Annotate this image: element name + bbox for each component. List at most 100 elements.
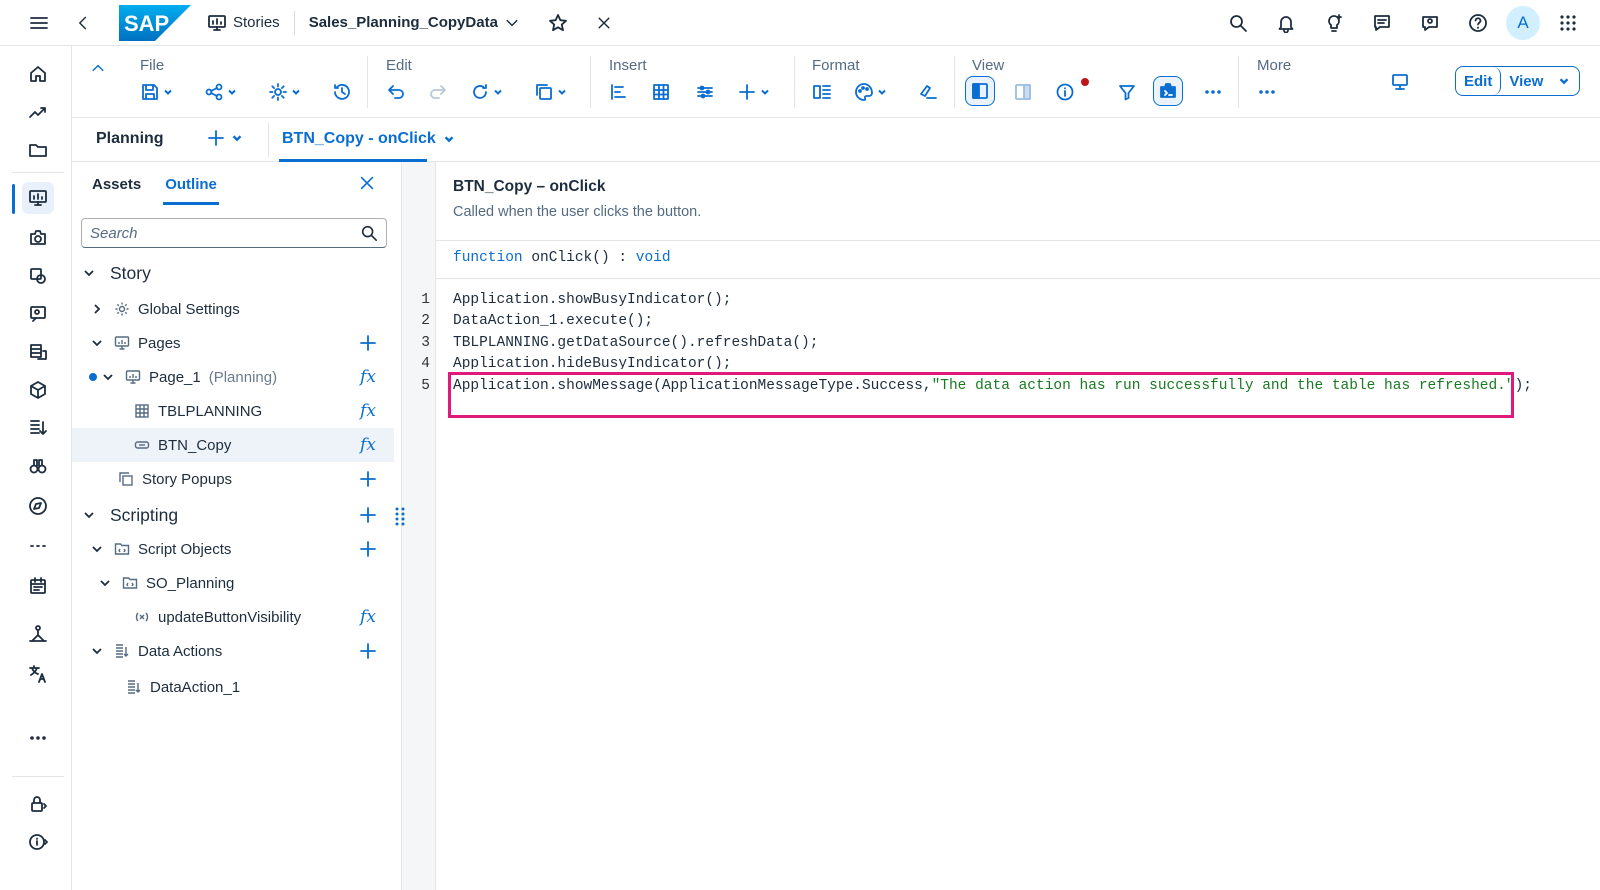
chevron-down-icon[interactable] — [98, 576, 112, 590]
redo-button[interactable] — [428, 80, 448, 104]
more-view-options-icon[interactable] — [1203, 80, 1223, 104]
info-icon[interactable] — [22, 826, 54, 858]
close-panel-icon[interactable] — [358, 174, 376, 192]
info-panel-button[interactable] — [1055, 78, 1089, 104]
more-horizontal-icon[interactable] — [22, 722, 54, 754]
sap-logo[interactable]: SAP — [119, 4, 191, 41]
connections-icon[interactable] — [22, 618, 54, 650]
present-button[interactable] — [1390, 70, 1410, 94]
chevron-down-icon[interactable] — [90, 542, 104, 556]
scripting-toggle[interactable] — [1153, 76, 1183, 106]
back-arrow-icon[interactable] — [63, 3, 103, 43]
edit-mode-button[interactable]: Edit — [1456, 67, 1502, 95]
share-button[interactable] — [204, 80, 238, 104]
support-chat-icon[interactable] — [1410, 3, 1450, 43]
css-button[interactable] — [918, 80, 938, 104]
digital-boardroom-icon[interactable] — [22, 298, 54, 330]
tree-node-update-button-visibility[interactable]: updateButtonVisibility fx — [72, 600, 394, 634]
insert-add-button[interactable] — [737, 80, 771, 104]
code-line[interactable]: Application.hideBusyIndicator(); — [453, 353, 731, 369]
chevron-down-icon[interactable] — [82, 266, 96, 280]
notification-bell-icon[interactable] — [1266, 3, 1306, 43]
datasets-icon[interactable] — [22, 336, 54, 368]
stories-nav-icon[interactable] — [12, 182, 54, 214]
search-input[interactable] — [90, 224, 360, 242]
tree-node-story[interactable]: Story — [72, 256, 394, 290]
favorite-star-icon[interactable] — [538, 3, 578, 43]
view-mode-button[interactable]: View — [1501, 67, 1579, 95]
joule-lightbulb-icon[interactable] — [1314, 3, 1354, 43]
add-tab-button[interactable] — [206, 128, 244, 148]
data-analyzer-icon[interactable] — [22, 260, 54, 292]
undo-button[interactable] — [386, 80, 406, 104]
chevron-right-icon[interactable] — [90, 302, 104, 316]
trend-chart-icon[interactable] — [22, 96, 54, 128]
tab-outline[interactable]: Outline — [163, 176, 219, 205]
tree-node-scripting[interactable]: Scripting — [72, 498, 394, 532]
chevron-down-icon[interactable] — [82, 508, 96, 522]
folder-icon[interactable] — [22, 134, 54, 166]
code-line[interactable]: Application.showBusyIndicator(); — [453, 289, 731, 311]
code-line[interactable]: DataAction_1.execute(); — [453, 310, 653, 332]
left-panel-toggle[interactable] — [965, 76, 995, 106]
right-panel-toggle[interactable] — [1013, 80, 1033, 104]
more-horizontal-icon[interactable] — [22, 530, 54, 562]
copy-button[interactable] — [534, 80, 568, 104]
settings-button[interactable] — [268, 80, 302, 104]
btn-copy-script-button[interactable]: fx — [358, 435, 378, 455]
theme-button[interactable] — [854, 80, 888, 104]
calendar-icon[interactable] — [22, 570, 54, 602]
chevron-down-icon[interactable] — [90, 644, 104, 658]
binoculars-icon[interactable] — [22, 450, 54, 482]
home-icon[interactable] — [22, 58, 54, 90]
add-script-object-button[interactable] — [358, 539, 378, 559]
page-1-script-button[interactable]: fx — [358, 367, 378, 387]
tree-node-story-popups[interactable]: Story Popups — [72, 462, 394, 496]
script-editor[interactable]: BTN_Copy – onClick Called when the user … — [436, 162, 1600, 890]
search-icon[interactable] — [360, 224, 378, 242]
data-actions-nav-icon[interactable] — [22, 412, 54, 444]
add-scripting-button[interactable] — [358, 505, 378, 525]
function-script-button[interactable]: fx — [358, 607, 378, 627]
resize-grip-icon[interactable] — [392, 506, 408, 526]
collapse-toolbar-icon[interactable] — [90, 56, 106, 80]
tab-planning[interactable]: Planning — [96, 130, 164, 148]
add-data-action-button[interactable] — [358, 641, 378, 661]
lock-icon[interactable] — [22, 788, 54, 820]
modeler-cube-icon[interactable] — [22, 374, 54, 406]
insert-table-button[interactable] — [651, 80, 671, 104]
tab-assets[interactable]: Assets — [92, 176, 141, 193]
insert-filter-button[interactable] — [695, 80, 715, 104]
search-icon[interactable] — [1218, 3, 1258, 43]
chevron-down-icon[interactable] — [90, 336, 104, 350]
translation-icon[interactable] — [22, 658, 54, 690]
filter-button[interactable] — [1117, 80, 1137, 104]
more-options-icon[interactable] — [1257, 80, 1277, 104]
code-line[interactable]: TBLPLANNING.getDataSource().refreshData(… — [453, 332, 818, 354]
tree-node-btn-copy[interactable]: BTN_Copy fx — [72, 428, 394, 462]
tree-node-tblplanning[interactable]: TBLPLANNING fx — [72, 394, 394, 428]
user-avatar[interactable]: A — [1506, 6, 1540, 40]
hamburger-menu-icon[interactable] — [19, 3, 59, 43]
add-popup-button[interactable] — [358, 469, 378, 489]
stories-breadcrumb[interactable]: Stories — [207, 13, 280, 33]
tree-node-data-action-1[interactable]: DataAction_1 — [72, 670, 394, 704]
analytic-app-icon[interactable] — [22, 222, 54, 254]
tree-node-page-1[interactable]: Page_1 (Planning) fx — [72, 360, 394, 394]
tree-node-script-objects[interactable]: Script Objects — [72, 532, 394, 566]
save-button[interactable] — [140, 80, 174, 104]
tree-node-pages[interactable]: Pages — [72, 326, 394, 360]
history-button[interactable] — [332, 80, 352, 104]
tree-node-global-settings[interactable]: Global Settings — [72, 292, 394, 326]
add-page-button[interactable] — [358, 333, 378, 353]
tab-btn-copy-onclick[interactable]: BTN_Copy - onClick — [282, 130, 456, 148]
compass-icon[interactable] — [22, 490, 54, 522]
layout-button[interactable] — [812, 80, 832, 104]
help-icon[interactable] — [1458, 3, 1498, 43]
tblplanning-script-button[interactable]: fx — [358, 401, 378, 421]
tree-node-data-actions[interactable]: Data Actions — [72, 634, 394, 668]
refresh-button[interactable] — [470, 80, 504, 104]
close-story-icon[interactable] — [584, 3, 624, 43]
insert-chart-button[interactable] — [609, 80, 629, 104]
story-title-dropdown[interactable]: Sales_Planning_CopyData — [309, 14, 520, 31]
